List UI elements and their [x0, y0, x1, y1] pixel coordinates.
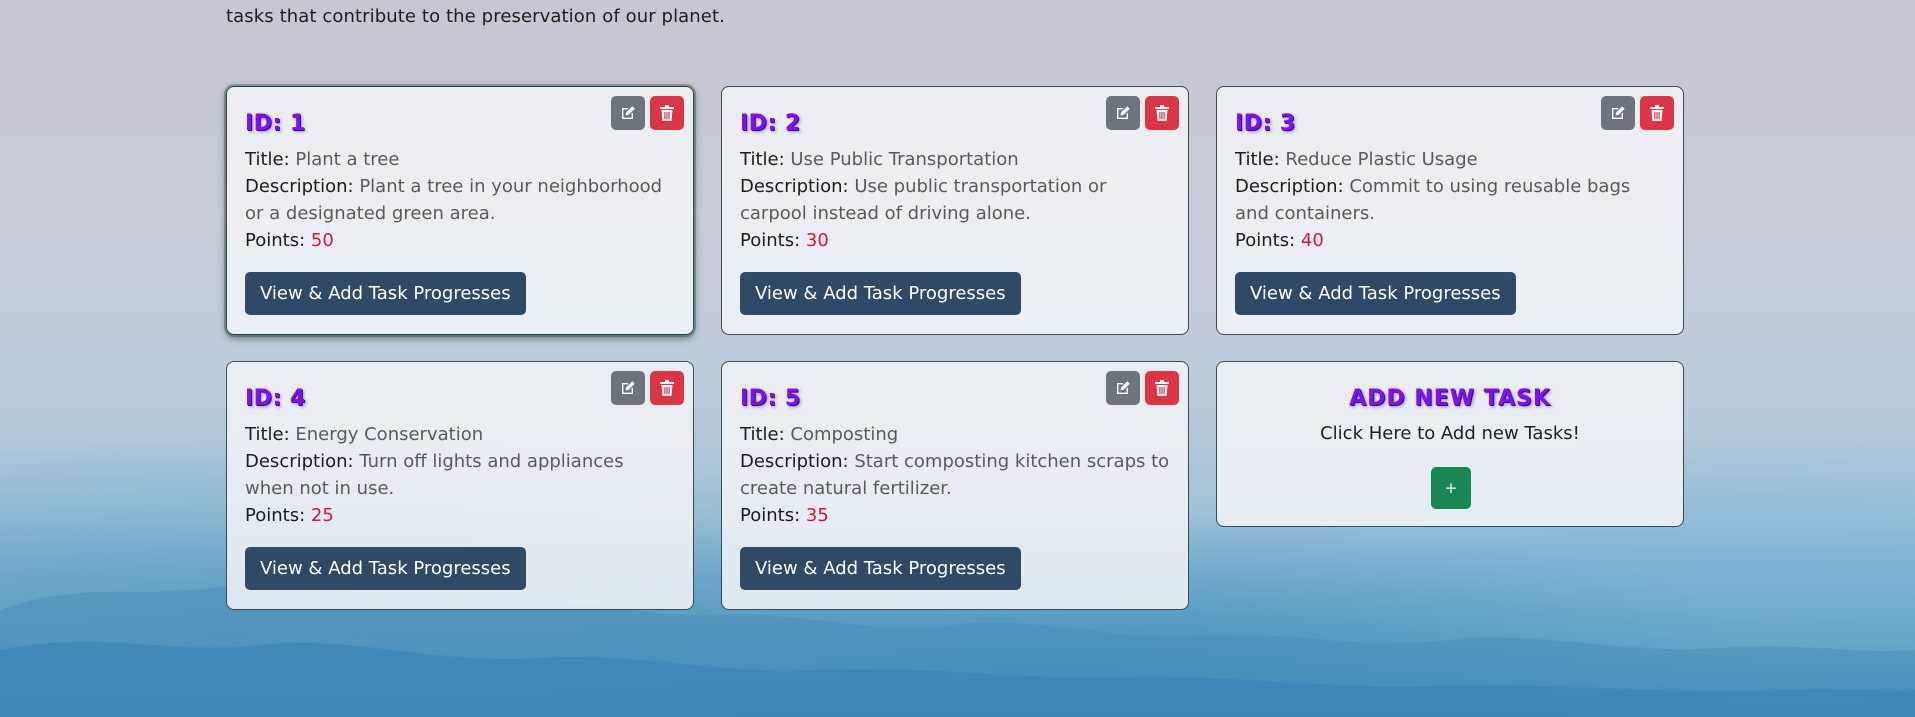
card-actions: [611, 371, 684, 405]
title-label: Title:: [740, 424, 785, 445]
task-points: 30: [805, 230, 829, 251]
task-title-line: Title: Energy Conservation: [245, 421, 675, 448]
trash-icon: [1155, 105, 1169, 121]
edit-button[interactable]: [1106, 371, 1140, 405]
task-points-line: Points: 25: [245, 502, 675, 529]
task-points-line: Points: 50: [245, 227, 675, 254]
edit-icon: [1117, 106, 1130, 119]
description-label: Description:: [1235, 176, 1344, 197]
add-task-title: ADD NEW TASK: [1349, 386, 1551, 411]
edit-button[interactable]: [1601, 96, 1635, 130]
task-title-line: Title: Use Public Transportation: [740, 146, 1170, 173]
edit-icon: [622, 381, 635, 394]
plus-icon: +: [1444, 479, 1458, 497]
task-description-line: Description: Turn off lights and applian…: [245, 448, 675, 502]
task-description-line: Description: Use public transportation o…: [740, 173, 1170, 227]
view-progress-button[interactable]: View & Add Task Progresses: [1235, 272, 1516, 315]
task-points-line: Points: 35: [740, 502, 1170, 529]
task-points: 40: [1300, 230, 1324, 251]
points-label: Points:: [245, 505, 306, 526]
title-label: Title:: [1235, 149, 1280, 170]
task-card: ID: 4 Title: Energy Conservation Descrip…: [226, 361, 694, 610]
description-label: Description:: [245, 451, 354, 472]
trash-icon: [1650, 105, 1664, 121]
task-card: ID: 1 Title: Plant a tree Description: P…: [226, 86, 694, 335]
edit-icon: [622, 106, 635, 119]
delete-button[interactable]: [1640, 96, 1674, 130]
task-title: Plant a tree: [295, 149, 400, 170]
task-description-line: Description: Plant a tree in your neighb…: [245, 173, 675, 227]
points-label: Points:: [1235, 230, 1296, 251]
intro-text: tasks that contribute to the preservatio…: [226, 6, 725, 27]
add-task-subtitle: Click Here to Add new Tasks!: [1320, 423, 1580, 444]
task-title-line: Title: Plant a tree: [245, 146, 675, 173]
title-label: Title:: [245, 424, 290, 445]
task-points: 50: [310, 230, 334, 251]
delete-button[interactable]: [650, 96, 684, 130]
task-title: Composting: [790, 424, 899, 445]
task-points-line: Points: 40: [1235, 227, 1665, 254]
task-points: 25: [310, 505, 334, 526]
task-title: Energy Conservation: [295, 424, 484, 445]
points-label: Points:: [740, 505, 801, 526]
task-card: ID: 5 Title: Composting Description: Sta…: [721, 361, 1189, 610]
trash-icon: [660, 380, 674, 396]
task-title: Reduce Plastic Usage: [1285, 149, 1478, 170]
task-title-line: Title: Reduce Plastic Usage: [1235, 146, 1665, 173]
points-label: Points:: [245, 230, 306, 251]
description-label: Description:: [740, 451, 849, 472]
view-progress-button[interactable]: View & Add Task Progresses: [740, 547, 1021, 590]
title-label: Title:: [245, 149, 290, 170]
edit-button[interactable]: [1106, 96, 1140, 130]
points-label: Points:: [740, 230, 801, 251]
delete-button[interactable]: [650, 371, 684, 405]
task-card: ID: 2 Title: Use Public Transportation D…: [721, 86, 1189, 335]
edit-icon: [1612, 106, 1625, 119]
add-task-card[interactable]: ADD NEW TASK Click Here to Add new Tasks…: [1216, 361, 1684, 527]
view-progress-button[interactable]: View & Add Task Progresses: [245, 547, 526, 590]
card-actions: [1106, 371, 1179, 405]
delete-button[interactable]: [1145, 96, 1179, 130]
task-title-line: Title: Composting: [740, 421, 1170, 448]
title-label: Title:: [740, 149, 785, 170]
task-description-line: Description: Commit to using reusable ba…: [1235, 173, 1665, 227]
add-task-button[interactable]: +: [1431, 467, 1471, 509]
delete-button[interactable]: [1145, 371, 1179, 405]
trash-icon: [1155, 380, 1169, 396]
task-points-line: Points: 30: [740, 227, 1170, 254]
view-progress-button[interactable]: View & Add Task Progresses: [740, 272, 1021, 315]
card-actions: [1601, 96, 1674, 130]
task-card: ID: 3 Title: Reduce Plastic Usage Descri…: [1216, 86, 1684, 335]
task-description-line: Description: Start composting kitchen sc…: [740, 448, 1170, 502]
view-progress-button[interactable]: View & Add Task Progresses: [245, 272, 526, 315]
edit-icon: [1117, 381, 1130, 394]
task-title: Use Public Transportation: [790, 149, 1019, 170]
trash-icon: [660, 105, 674, 121]
edit-button[interactable]: [611, 96, 645, 130]
description-label: Description:: [245, 176, 354, 197]
card-actions: [1106, 96, 1179, 130]
edit-button[interactable]: [611, 371, 645, 405]
card-actions: [611, 96, 684, 130]
task-points: 35: [805, 505, 829, 526]
description-label: Description:: [740, 176, 849, 197]
